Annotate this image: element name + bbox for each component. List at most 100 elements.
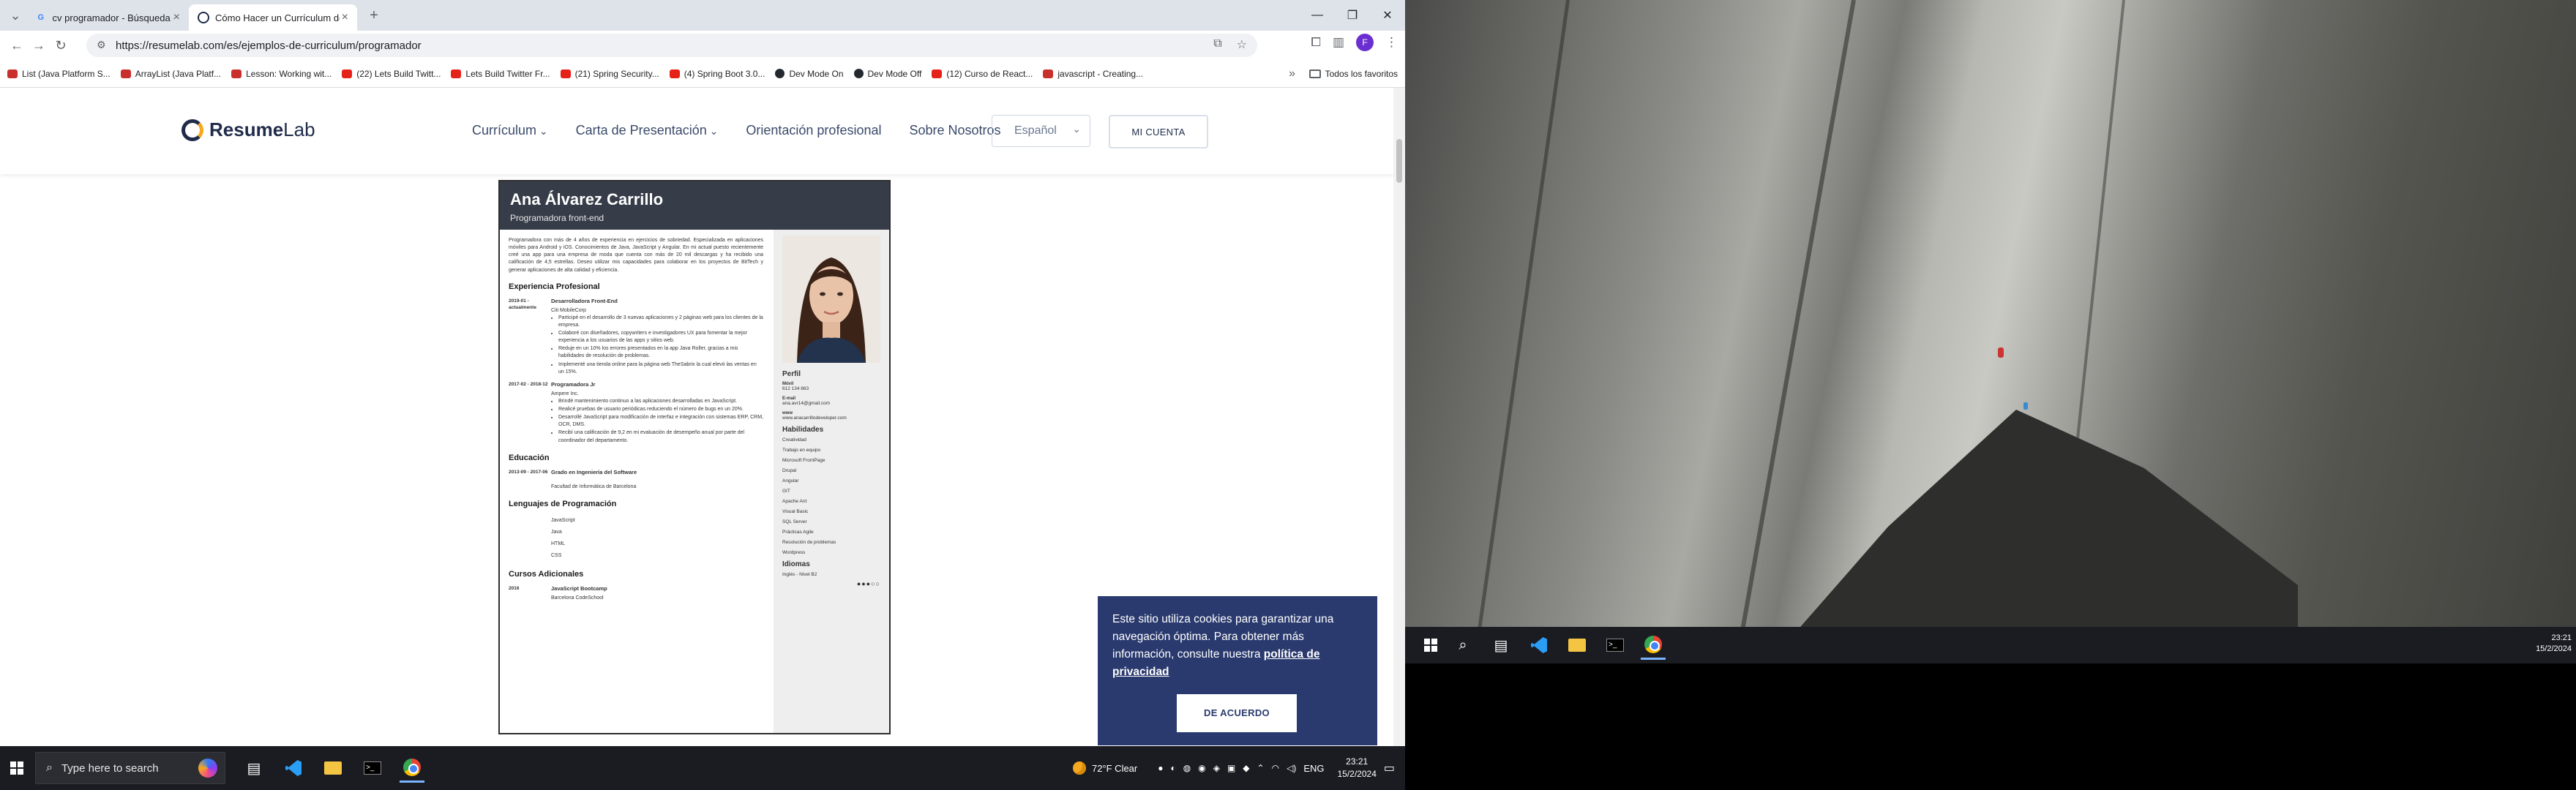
show-hidden-icons[interactable]: ⌃	[1257, 763, 1265, 773]
bookmark-item[interactable]: List (Java Platform S...	[7, 69, 111, 79]
nav-career-advice[interactable]: Orientación profesional	[746, 123, 881, 138]
terminal-icon[interactable]: >_	[360, 753, 385, 783]
bookmark-item[interactable]: (22) Lets Build Twitt...	[342, 69, 441, 79]
resumelab-logo[interactable]: Resume Lab	[181, 118, 315, 141]
vscode-icon[interactable]	[1527, 631, 1551, 660]
bookmark-item[interactable]: Dev Mode Off	[853, 69, 921, 79]
my-account-button[interactable]: MI CUENTA	[1109, 115, 1208, 148]
install-icon[interactable]: ⧉	[1213, 37, 1221, 52]
taskbar-search[interactable]: ⌕ Type here to search	[35, 752, 225, 784]
profile-avatar[interactable]: F	[1356, 34, 1374, 51]
terminal-icon[interactable]: >_	[1603, 631, 1628, 660]
bookmark-item[interactable]: Lets Build Twitter Fr...	[451, 69, 550, 79]
bookmark-item[interactable]: Dev Mode On	[775, 69, 844, 79]
close-icon[interactable]: ×	[173, 11, 180, 24]
language-item: CSS	[551, 552, 562, 558]
nav-curriculum[interactable]: Currículum	[472, 123, 548, 138]
job-bullet: Brindé mantenimiento continuo a las apli…	[558, 398, 763, 405]
weather-text: 72°F Clear	[1091, 762, 1138, 774]
extensions-icon[interactable]: ⧠	[1311, 35, 1321, 50]
logo-text: Resume	[209, 118, 284, 140]
tray-app-icon[interactable]: ◈	[1213, 763, 1220, 773]
bookmark-item[interactable]: (4) Spring Boot 3.0...	[669, 69, 765, 79]
tray-app-icon[interactable]: ◆	[1243, 763, 1249, 773]
site-info-icon[interactable]: ⚙	[97, 39, 106, 51]
bookmark-item[interactable]: (12) Curso de React...	[932, 69, 1033, 79]
bookmark-item[interactable]: Lesson: Working wit...	[231, 69, 332, 79]
tray-app-icon[interactable]: ◍	[1183, 763, 1191, 773]
chrome-icon[interactable]	[400, 753, 424, 783]
notifications-icon[interactable]: ▭	[1384, 761, 1395, 775]
network-icon[interactable]: ◠	[1272, 763, 1279, 773]
all-bookmarks-label: Todos los favoritos	[1325, 68, 1398, 79]
tray-app-icon[interactable]: ◉	[1198, 763, 1205, 773]
job-dates: 2019-01 - actualmente	[509, 298, 536, 311]
page-scrollbar[interactable]	[1393, 88, 1405, 746]
education-dates: 2013-09 - 2017-06	[509, 469, 548, 475]
course-place: Barcelona CodeSchool	[551, 595, 604, 601]
profile-title: Perfil	[782, 370, 801, 378]
tray-app-icon[interactable]: ◐	[1171, 763, 1176, 773]
tab-strip: ⌄ G cv programador - Búsqueda de × Cómo …	[0, 0, 1405, 31]
job-bullet: Implementé una tienda online para la pág…	[558, 361, 763, 376]
site-header: ResumeLab Currículum Carta de Presentaci…	[0, 88, 1393, 174]
volume-icon[interactable]: ◁)	[1287, 763, 1296, 773]
close-icon[interactable]: ×	[342, 11, 348, 24]
task-view-icon[interactable]: ▤	[242, 753, 266, 783]
weather-widget[interactable]: 72°F Clear	[1072, 761, 1138, 775]
document-icon	[1043, 69, 1054, 78]
windows-start-icon[interactable]	[1424, 639, 1437, 652]
reload-icon[interactable]: ↻	[50, 34, 72, 56]
tray-app-icon[interactable]: ▣	[1227, 763, 1235, 773]
web-page: ResumeLab Currículum Carta de Presentaci…	[0, 88, 1405, 746]
new-tab-icon[interactable]: +	[363, 4, 385, 26]
bookmark-item[interactable]: (21) Spring Security...	[560, 69, 659, 79]
menu-kebab-icon[interactable]: ⋮	[1385, 35, 1398, 50]
accept-cookies-button[interactable]: DE ACUERDO	[1177, 694, 1297, 732]
all-bookmarks[interactable]: Todos los favoritos	[1308, 68, 1398, 79]
desktop-wallpaper	[1405, 0, 2576, 702]
forward-icon[interactable]: →	[28, 34, 50, 56]
tab-resumelab[interactable]: Cómo Hacer un Currículum de ×	[189, 4, 357, 31]
copilot-icon[interactable]	[198, 759, 217, 778]
skills-list: Creatividad Trabajo en equipo Microsoft Fr…	[782, 437, 880, 555]
minimize-icon[interactable]: —	[1300, 0, 1335, 31]
side-panel-icon[interactable]: ▥	[1333, 35, 1344, 50]
chrome-icon[interactable]	[1641, 631, 1666, 660]
bookmark-item[interactable]: javascript - Creating...	[1043, 69, 1143, 79]
tab-google-search[interactable]: G cv programador - Búsqueda de ×	[26, 4, 189, 31]
vscode-icon[interactable]	[281, 753, 306, 783]
back-icon[interactable]: ←	[6, 34, 28, 56]
bookmark-star-icon[interactable]: ☆	[1237, 37, 1247, 52]
tab-label: cv programador - Búsqueda de	[52, 12, 173, 23]
file-explorer-icon[interactable]	[1565, 631, 1590, 660]
language-value: Español	[1014, 124, 1057, 137]
window-close-icon[interactable]: ✕	[1370, 0, 1405, 31]
secondary-clock[interactable]: 23:21 15/2/2024	[2536, 633, 2572, 655]
task-view-icon[interactable]: ▤	[1489, 631, 1513, 660]
tray-app-icon[interactable]: ●	[1158, 763, 1163, 773]
bookmark-label: javascript - Creating...	[1057, 68, 1144, 79]
search-icon[interactable]: ⌕	[1450, 631, 1475, 660]
nav-cover-letter[interactable]: Carta de Presentación	[576, 123, 719, 138]
input-language[interactable]: ENG	[1303, 763, 1324, 774]
file-explorer-icon[interactable]	[321, 753, 345, 783]
more-bookmarks-icon[interactable]: »	[1289, 67, 1295, 80]
url-text[interactable]: https://resumelab.com/es/ejemplos-de-cur…	[116, 40, 422, 52]
address-bar[interactable]: ⚙ https://resumelab.com/es/ejemplos-de-c…	[86, 34, 1257, 57]
skill-item: GIT	[782, 489, 790, 494]
windows-start-icon[interactable]	[10, 761, 23, 775]
nav-about[interactable]: Sobre Nosotros	[909, 123, 1000, 138]
bookmark-label: Lets Build Twitter Fr...	[465, 68, 550, 79]
job-bullet: Reduje en un 10% los errores presentados…	[558, 345, 763, 360]
logo-mark-icon	[181, 118, 203, 141]
language-select[interactable]: Español ⌄	[992, 115, 1090, 147]
tab-search-chevron-icon[interactable]: ⌄	[4, 4, 26, 26]
taskbar-clock[interactable]: 23:21 15/2/2024	[1337, 756, 1376, 780]
tab-label: Cómo Hacer un Currículum de	[215, 12, 340, 23]
scrollbar-thumb[interactable]	[1396, 139, 1402, 183]
bookmark-item[interactable]: ArrayList (Java Platf...	[120, 69, 221, 79]
restore-icon[interactable]: ❐	[1335, 0, 1370, 31]
skill-item: Visual Basic	[782, 509, 809, 514]
search-icon: ⌕	[46, 761, 53, 774]
